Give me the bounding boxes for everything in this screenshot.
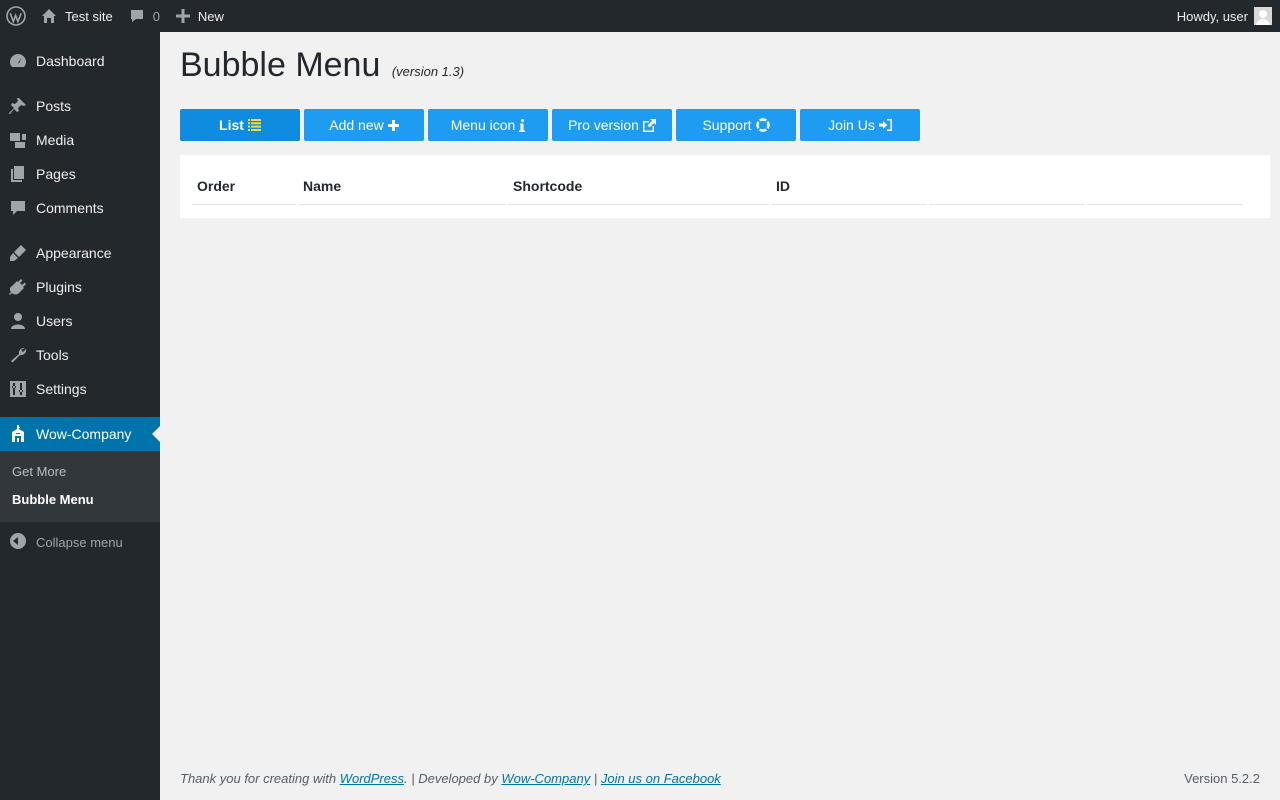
admin-bar: Test site 0 New Howdy, user xyxy=(0,0,1280,32)
home-icon xyxy=(42,9,56,23)
life-ring-icon xyxy=(755,118,770,132)
footer-credits: Thank you for creating with WordPress. |… xyxy=(180,771,721,786)
column-header-empty xyxy=(929,171,1085,205)
table-header-row: Order Name Shortcode ID xyxy=(192,171,1244,205)
plus-icon xyxy=(175,9,190,23)
list-button-label: List xyxy=(219,117,244,133)
support-button[interactable]: Support xyxy=(676,109,796,141)
wow-company-link[interactable]: Wow-Company xyxy=(501,771,590,786)
sidebar-item-users[interactable]: Users xyxy=(0,304,160,338)
column-header-order[interactable]: Order xyxy=(192,171,296,205)
sidebar-item-label: Appearance xyxy=(36,245,112,261)
settings-icon xyxy=(8,379,28,399)
howdy-greeting: Howdy, user xyxy=(1176,8,1248,24)
add-new-button[interactable]: Add new xyxy=(304,109,424,141)
column-header-id[interactable]: ID xyxy=(771,171,927,205)
sidebar-item-label: Tools xyxy=(36,347,69,363)
sidebar-item-comments[interactable]: Comments xyxy=(0,191,160,225)
sidebar-item-wow-company[interactable]: Wow-Company xyxy=(0,417,160,451)
footer-developed-text: . | Developed by xyxy=(404,771,498,786)
brush-icon xyxy=(8,243,28,263)
comments-link[interactable]: 0 xyxy=(121,0,168,32)
page-title: Bubble Menu (version 1.3) xyxy=(180,47,464,90)
wow-company-submenu: Get More Bubble Menu xyxy=(0,451,160,522)
sidebar-item-dashboard[interactable]: Dashboard xyxy=(0,44,160,78)
building-icon xyxy=(8,424,28,444)
comments-count: 0 xyxy=(152,8,160,24)
sidebar-item-label: Posts xyxy=(36,98,72,114)
new-label: New xyxy=(197,8,224,24)
join-us-button-label: Join Us xyxy=(828,117,875,133)
site-name-link[interactable]: Test site xyxy=(33,0,121,32)
column-header-name[interactable]: Name xyxy=(298,171,506,205)
sidebar-item-label: Plugins xyxy=(36,279,82,295)
list-button[interactable]: List xyxy=(180,109,300,141)
sidebar-item-media[interactable]: Media xyxy=(0,123,160,157)
site-name: Test site xyxy=(65,8,113,24)
sidebar-item-label: Users xyxy=(36,313,73,329)
external-link-icon xyxy=(642,118,656,132)
sidebar-item-label: Pages xyxy=(36,166,76,182)
plugin-version: (version 1.3) xyxy=(391,64,465,79)
pin-icon xyxy=(8,96,28,116)
join-us-button[interactable]: Join Us xyxy=(800,109,920,141)
sidebar-item-tools[interactable]: Tools xyxy=(0,338,160,372)
page-title-text: Bubble Menu xyxy=(180,46,381,84)
wordpress-version: Version 5.2.2 xyxy=(1184,771,1260,786)
list-icon xyxy=(247,119,261,131)
column-header-shortcode[interactable]: Shortcode xyxy=(508,171,769,205)
plus-icon xyxy=(387,119,399,131)
menu-icon-button-label: Menu icon xyxy=(450,117,516,133)
comment-icon xyxy=(8,198,28,218)
footer-thanks-text: Thank you for creating with xyxy=(180,771,337,786)
collapse-menu-button[interactable]: Collapse menu xyxy=(0,526,160,560)
new-content-link[interactable]: New xyxy=(168,0,232,32)
pro-version-button[interactable]: Pro version xyxy=(552,109,672,141)
dashboard-icon xyxy=(8,51,28,71)
admin-sidebar: Dashboard Posts Media Pages Comments App… xyxy=(0,32,160,800)
submenu-item-bubble-menu[interactable]: Bubble Menu xyxy=(12,492,94,507)
plug-icon xyxy=(8,277,28,297)
user-icon xyxy=(8,311,28,331)
menu-icon-button[interactable]: Menu icon xyxy=(428,109,548,141)
add-new-button-label: Add new xyxy=(329,117,384,133)
column-header-empty xyxy=(1087,171,1242,205)
plugin-nav-buttons: List Add new Menu icon Pro version Suppo… xyxy=(180,109,924,141)
wordpress-logo-icon[interactable] xyxy=(0,0,33,32)
wordpress-link[interactable]: WordPress xyxy=(340,771,404,786)
sidebar-item-label: Dashboard xyxy=(36,53,105,69)
submenu-item-get-more[interactable]: Get More xyxy=(12,464,66,479)
sidebar-item-plugins[interactable]: Plugins xyxy=(0,270,160,304)
sign-in-icon xyxy=(878,119,892,131)
sidebar-item-posts[interactable]: Posts xyxy=(0,89,160,123)
pages-icon xyxy=(8,164,28,184)
sidebar-item-label: Comments xyxy=(36,200,104,216)
sidebar-item-label: Wow-Company xyxy=(36,426,132,442)
avatar xyxy=(1254,7,1272,25)
info-icon xyxy=(519,118,526,132)
wrench-icon xyxy=(8,345,28,365)
sidebar-item-settings[interactable]: Settings xyxy=(0,372,160,406)
sidebar-item-pages[interactable]: Pages xyxy=(0,157,160,191)
my-account[interactable]: Howdy, user xyxy=(1177,0,1272,32)
footer-separator: | xyxy=(593,771,598,786)
sidebar-item-appearance[interactable]: Appearance xyxy=(0,236,160,270)
collapse-arrow-icon xyxy=(10,533,26,549)
facebook-link[interactable]: Join us on Facebook xyxy=(601,771,721,786)
comment-bubble-icon xyxy=(130,10,143,22)
collapse-menu-label: Collapse menu xyxy=(36,535,123,550)
admin-footer: Thank you for creating with WordPress. |… xyxy=(180,771,1260,786)
sidebar-item-label: Settings xyxy=(36,381,87,397)
menus-table: Order Name Shortcode ID xyxy=(180,155,1270,218)
pro-version-button-label: Pro version xyxy=(568,117,639,133)
main-content: Bubble Menu (version 1.3) List Add new M… xyxy=(160,32,1280,800)
sidebar-item-label: Media xyxy=(36,132,75,148)
support-button-label: Support xyxy=(702,117,752,133)
media-icon xyxy=(8,130,28,150)
